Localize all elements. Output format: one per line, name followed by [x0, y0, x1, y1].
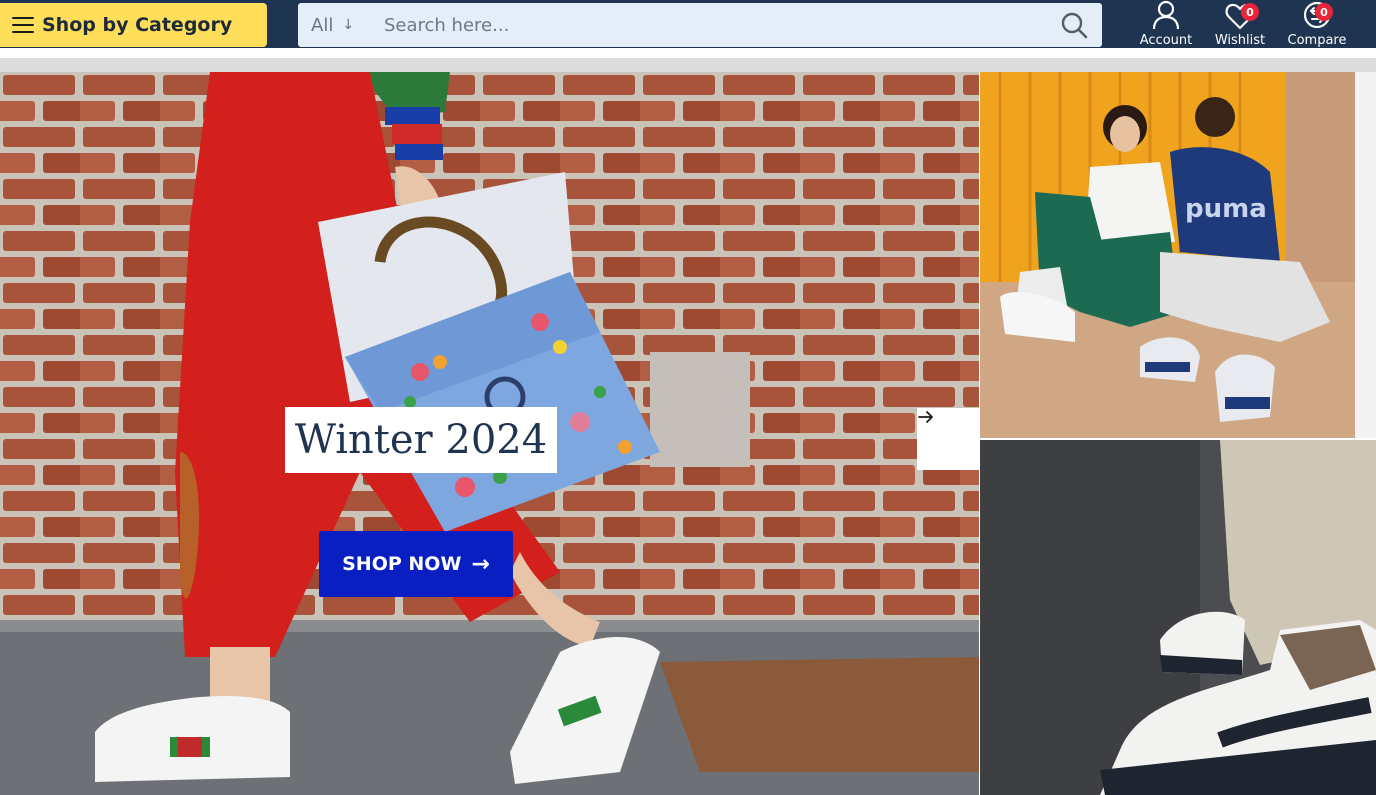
wishlist-count-badge: 0	[1241, 3, 1259, 21]
shop-now-button[interactable]: SHOP NOW →	[319, 531, 513, 597]
top-header: Shop by Category All ↓ Account	[0, 0, 1376, 48]
shop-now-label: SHOP NOW	[342, 553, 462, 575]
search-button[interactable]	[1046, 3, 1102, 47]
account-link[interactable]: Account	[1136, 0, 1196, 48]
wishlist-label: Wishlist	[1214, 33, 1266, 48]
hamburger-icon	[12, 17, 34, 33]
search-scope-select[interactable]: All ↓	[298, 15, 374, 36]
user-icon	[1152, 0, 1180, 30]
side-banner-top-gutter	[1355, 72, 1376, 438]
category-label: Shop by Category	[42, 14, 233, 36]
side-banner-bottom[interactable]	[980, 440, 1376, 795]
search-icon	[1061, 12, 1088, 39]
side-banner-top[interactable]: puma	[980, 72, 1355, 438]
search-scope-value: All	[311, 14, 334, 36]
arrow-right-icon	[918, 411, 933, 423]
header-divider	[0, 48, 1376, 72]
hero-slide[interactable]: Winter 2024 SHOP NOW →	[0, 72, 979, 795]
arrow-right-icon: →	[471, 551, 490, 577]
compare-link[interactable]: 0 Compare	[1284, 0, 1350, 48]
account-label: Account	[1139, 33, 1193, 48]
slider-next-button[interactable]	[917, 408, 979, 470]
search-bar: All ↓	[298, 3, 1102, 47]
side-banner-top-image: puma	[980, 72, 1355, 438]
hero-title: Winter 2024	[285, 407, 557, 473]
wishlist-link[interactable]: 0 Wishlist	[1212, 0, 1268, 48]
compare-label: Compare	[1287, 33, 1347, 48]
search-input[interactable]	[374, 3, 1046, 47]
compare-count-badge: 0	[1315, 3, 1333, 21]
shop-by-category-button[interactable]: Shop by Category	[0, 3, 267, 47]
puma-logo-text: puma	[1185, 194, 1267, 224]
side-banner-bottom-image	[980, 440, 1376, 795]
arrow-down-icon: ↓	[342, 17, 355, 33]
